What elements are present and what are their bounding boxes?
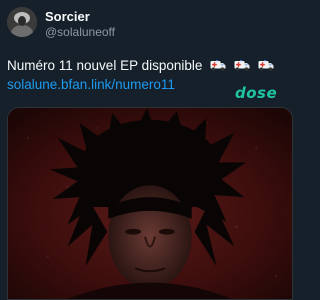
album-cover-artwork (8, 108, 292, 299)
tweet-media-image[interactable] (7, 107, 293, 300)
dose-logo[interactable]: dose (235, 84, 277, 102)
user-handle[interactable]: @solaluneoff (45, 25, 115, 39)
tweet-link[interactable]: solalune.bfan.link/numero11 (7, 76, 175, 93)
ambulance-icon (210, 60, 226, 71)
display-name[interactable]: Sorcier (45, 9, 90, 24)
tweet-text: Numéro 11 nouvel EP disponible (7, 57, 297, 74)
ambulance-icon (258, 60, 274, 71)
avatar[interactable] (7, 7, 37, 37)
tweet[interactable]: Sorcier @solaluneoff Numéro 11 nouvel EP… (0, 0, 300, 300)
tweet-text-body: Numéro 11 nouvel EP disponible (7, 58, 203, 73)
ambulance-icon (234, 60, 250, 71)
avatar-image (7, 7, 37, 37)
